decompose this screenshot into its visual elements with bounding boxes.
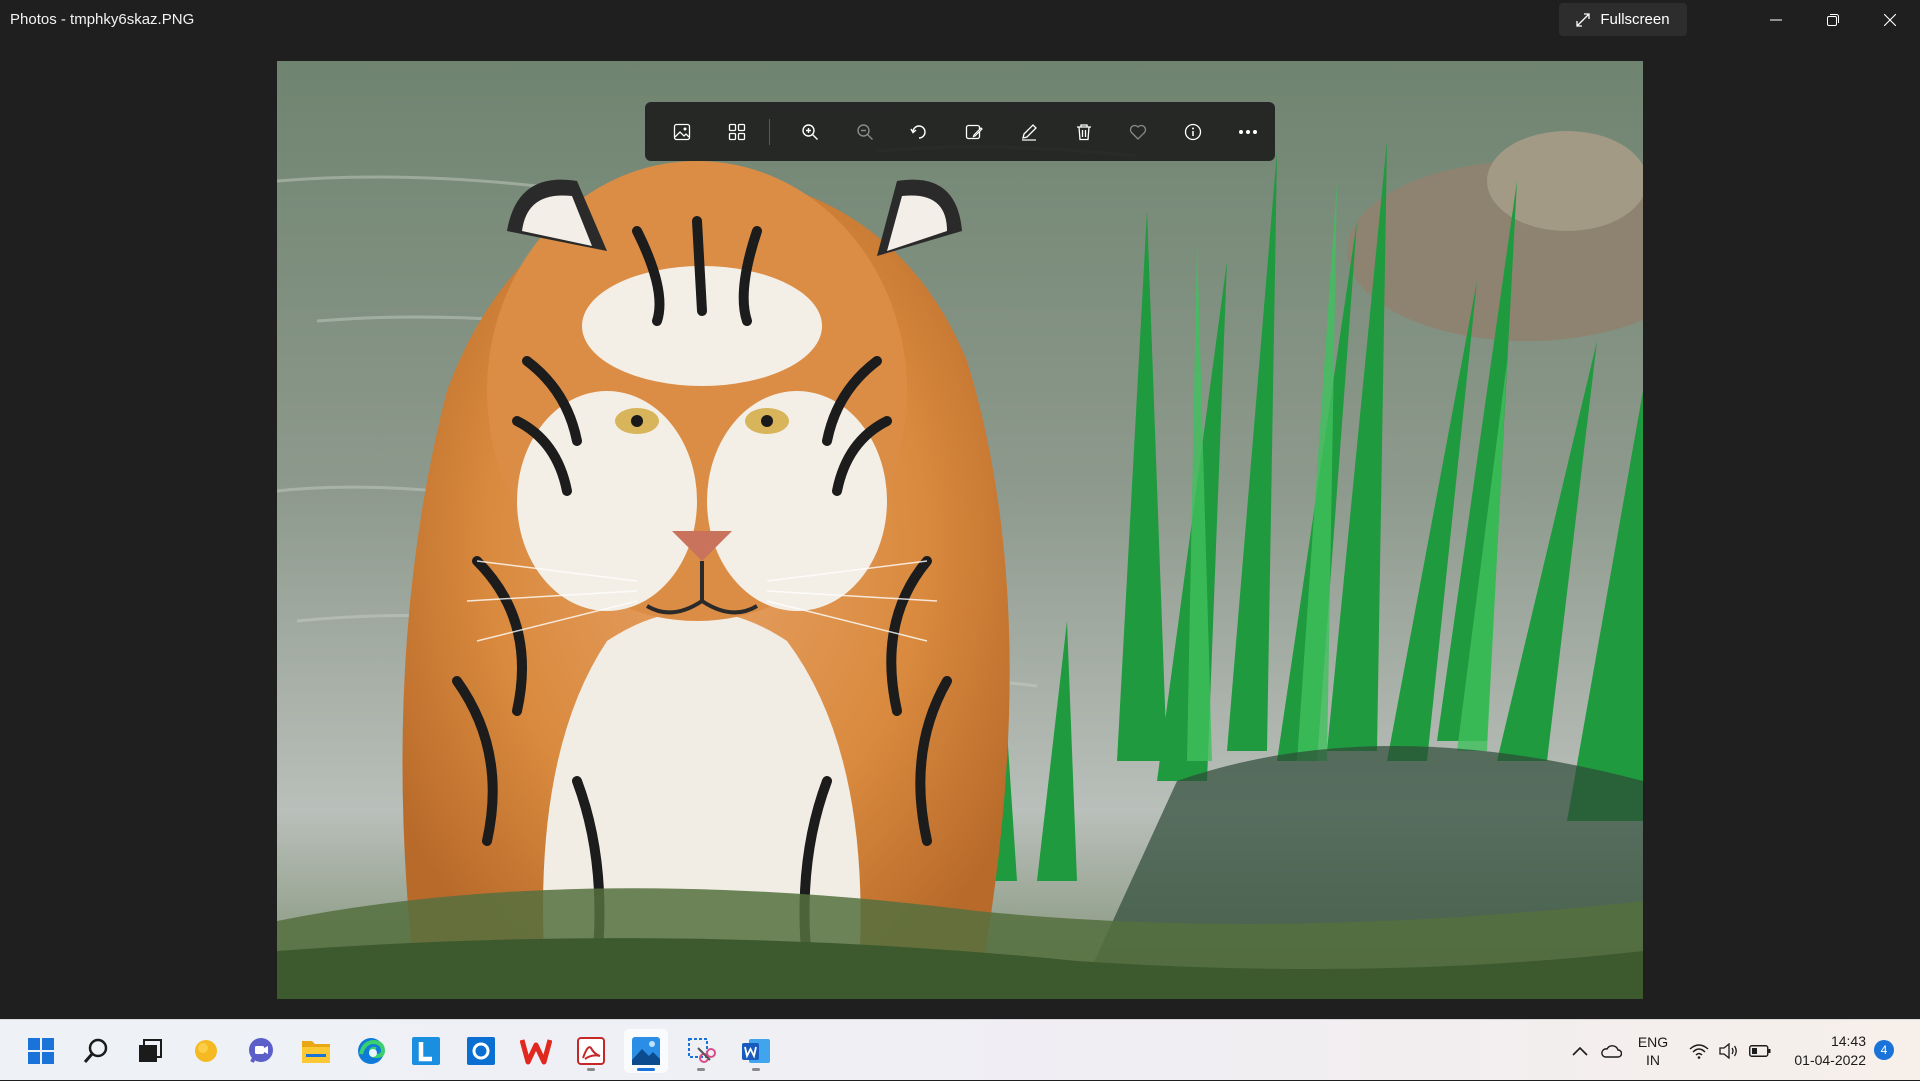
close-icon — [1884, 14, 1896, 26]
wps-office-button[interactable] — [514, 1029, 558, 1073]
restore-button[interactable] — [1805, 0, 1861, 40]
edge-button[interactable] — [349, 1029, 393, 1073]
file-explorer-icon — [302, 1041, 330, 1063]
restore-icon — [1827, 14, 1839, 26]
edit-image-button[interactable] — [947, 102, 1002, 161]
l-app-icon — [412, 1037, 440, 1065]
rotate-button[interactable] — [892, 102, 947, 161]
volume-icon — [1719, 1042, 1737, 1059]
image-icon — [674, 123, 691, 140]
volume-button[interactable] — [1716, 1020, 1742, 1081]
pdf-app-icon — [577, 1037, 605, 1065]
fullscreen-label: Fullscreen — [1600, 11, 1670, 28]
collection-button[interactable] — [710, 102, 765, 161]
window-title: Photos - tmphky6skaz.PNG — [10, 11, 195, 28]
info-icon — [1184, 123, 1202, 140]
view-image-button[interactable] — [655, 102, 710, 161]
teams-chat-button[interactable] — [239, 1029, 283, 1073]
running-indicator — [752, 1068, 760, 1071]
wifi-button[interactable] — [1686, 1020, 1712, 1081]
delete-icon — [1076, 123, 1091, 140]
edit-image-icon — [965, 124, 983, 139]
wifi-icon — [1689, 1043, 1709, 1059]
zoom-in-icon — [802, 123, 818, 140]
minimize-icon — [1770, 19, 1782, 21]
onedrive-button[interactable] — [1598, 1020, 1624, 1081]
rotate-icon — [910, 124, 926, 139]
photos-button[interactable] — [624, 1029, 668, 1073]
pdf-app-button[interactable] — [569, 1029, 613, 1073]
more-icon — [1238, 129, 1257, 134]
image-toolbar — [645, 102, 1275, 161]
zoom-in-button[interactable] — [782, 102, 837, 161]
word-button[interactable] — [734, 1029, 778, 1073]
favorite-icon — [1130, 124, 1147, 140]
search-button[interactable] — [74, 1029, 118, 1073]
clock-time: 14:43 — [1830, 1032, 1866, 1049]
photo-stage — [0, 40, 1920, 1019]
show-hidden-icons-button[interactable] — [1568, 1020, 1592, 1081]
info-button[interactable] — [1166, 102, 1221, 161]
task-view-button[interactable] — [128, 1029, 172, 1073]
word-icon — [742, 1039, 770, 1063]
zoom-out-icon — [856, 123, 873, 140]
toolbar-divider — [769, 118, 771, 145]
delete-button[interactable] — [1056, 102, 1111, 161]
language-indicator[interactable]: ENG IN — [1630, 1020, 1676, 1081]
windows-start-icon — [28, 1038, 54, 1064]
expand-icon — [1576, 12, 1591, 27]
widgets-button[interactable] — [184, 1029, 228, 1073]
battery-icon — [1749, 1044, 1771, 1057]
running-indicator — [697, 1068, 705, 1071]
tiger-photo[interactable] — [277, 61, 1643, 999]
minimize-button[interactable] — [1748, 0, 1804, 40]
tiger-image — [277, 61, 1643, 999]
clock-date: 01-04-2022 — [1794, 1051, 1866, 1068]
outlook-button[interactable] — [459, 1029, 503, 1073]
draw-icon — [1021, 123, 1037, 141]
file-explorer-button[interactable] — [294, 1029, 338, 1073]
outlook-icon — [467, 1037, 495, 1065]
onedrive-icon — [1601, 1044, 1622, 1058]
clock[interactable]: 14:43 01-04-2022 — [1782, 1020, 1866, 1081]
running-indicator — [637, 1068, 655, 1071]
search-icon — [83, 1038, 108, 1063]
snipping-tool-icon — [688, 1038, 716, 1063]
edge-icon — [358, 1038, 386, 1064]
favorite-button[interactable] — [1111, 102, 1166, 161]
widgets-icon — [195, 1040, 217, 1062]
title-bar: Photos - tmphky6skaz.PNG Fullscreen — [0, 0, 1920, 40]
teams-chat-icon — [249, 1038, 273, 1063]
taskbar: ENG IN 14:43 01-04-2022 4 — [0, 1019, 1920, 1080]
draw-button[interactable] — [1001, 102, 1056, 161]
fullscreen-button[interactable]: Fullscreen — [1559, 3, 1687, 36]
battery-button[interactable] — [1746, 1020, 1774, 1081]
notification-badge[interactable]: 4 — [1874, 1040, 1894, 1060]
photos-icon — [632, 1037, 660, 1065]
collection-icon — [728, 123, 746, 140]
zoom-out-button[interactable] — [837, 102, 892, 161]
region-code: IN — [1646, 1051, 1660, 1068]
snipping-tool-button[interactable] — [679, 1029, 723, 1073]
task-view-icon — [139, 1039, 162, 1062]
language-code: ENG — [1637, 1033, 1669, 1050]
chevron-up-icon — [1572, 1046, 1588, 1056]
wps-office-icon — [520, 1039, 552, 1065]
running-indicator — [587, 1068, 595, 1071]
more-options-button[interactable] — [1220, 102, 1275, 161]
start-button[interactable] — [19, 1029, 63, 1073]
close-button[interactable] — [1862, 0, 1918, 40]
l-app-button[interactable] — [404, 1029, 448, 1073]
